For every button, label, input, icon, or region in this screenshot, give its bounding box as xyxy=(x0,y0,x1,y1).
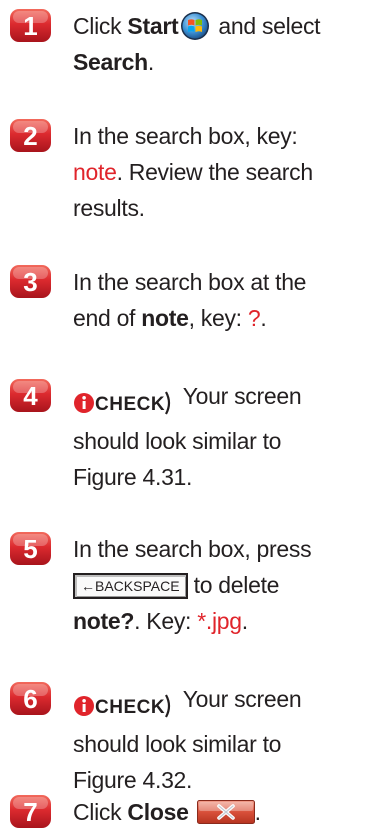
step-line: In the search box at the xyxy=(73,269,307,295)
search-label: Search xyxy=(73,49,148,75)
check-bracket-icon xyxy=(165,391,171,415)
step-number-badge: 4 xyxy=(9,378,52,413)
step-line: Click Close . xyxy=(73,799,261,825)
close-label: Close xyxy=(127,799,189,825)
check-badge: CHECK xyxy=(73,687,173,726)
step-text: CHECK Your screen should look similar to… xyxy=(73,378,368,495)
note-label: note xyxy=(141,305,189,331)
svg-text:7: 7 xyxy=(23,797,37,827)
step-line: should look similar to xyxy=(73,731,282,757)
info-check-icon xyxy=(74,393,94,413)
step-number-badge: 1 xyxy=(9,8,52,43)
step-line: Click Start and select xyxy=(73,12,321,40)
check-label: CHECK xyxy=(95,697,166,718)
step-line: In the search box, press xyxy=(73,536,312,562)
info-check-icon xyxy=(74,696,94,716)
step-number-badge: 3 xyxy=(9,264,52,299)
step-text: In the search box, press ←BACKSPACE to d… xyxy=(73,531,368,639)
step-number-badge: 2 xyxy=(9,118,52,153)
red-badge-icon: 7 xyxy=(10,795,51,828)
close-x-button-icon xyxy=(196,800,255,824)
svg-text:3: 3 xyxy=(23,267,37,297)
backspace-key: ←BACKSPACE xyxy=(73,573,188,599)
step-line: results. xyxy=(73,195,145,221)
svg-text:2: 2 xyxy=(23,121,37,151)
step-line: note?. Key: *.jpg. xyxy=(73,608,248,634)
step-text: Click Start and select Search. xyxy=(73,8,368,80)
red-badge-icon: 6 xyxy=(10,682,51,715)
step-line: CHECK Your screen xyxy=(73,378,368,423)
svg-text:1: 1 xyxy=(23,11,37,41)
step-text: Click Close . xyxy=(73,794,368,830)
step-number-badge: 5 xyxy=(9,531,52,566)
step-line: should look similar to xyxy=(73,428,282,454)
red-badge-icon: 3 xyxy=(10,265,51,298)
step-line: Search. xyxy=(73,49,155,75)
svg-text:5: 5 xyxy=(23,534,37,564)
step-line: Figure 4.31. xyxy=(73,464,193,490)
red-badge-icon: 5 xyxy=(10,532,51,565)
red-badge-icon: 1 xyxy=(10,9,51,42)
step-line: ←BACKSPACE to delete xyxy=(73,567,368,603)
svg-text:6: 6 xyxy=(23,684,37,714)
step-text: In the search box at the end of note, ke… xyxy=(73,264,368,336)
step-line: In the search box, key: xyxy=(73,123,298,149)
red-badge-icon: 4 xyxy=(10,379,51,412)
step-line: note. Review the search xyxy=(73,159,313,185)
step-text: In the search box, key: note. Review the… xyxy=(73,118,368,226)
step-number-badge: 6 xyxy=(9,681,52,716)
step-text: CHECK Your screen should look similar to… xyxy=(73,681,368,798)
step-line: CHECK Your screen xyxy=(73,681,368,726)
typed-text: *.jpg xyxy=(197,608,242,634)
note-query-label: note? xyxy=(73,608,135,634)
check-label: CHECK xyxy=(95,394,166,415)
step-line: Figure 4.32. xyxy=(73,767,193,793)
step-number-badge: 7 xyxy=(9,794,52,829)
svg-text:4: 4 xyxy=(23,381,38,411)
step-line: end of note, key: ?. xyxy=(73,305,267,331)
windows-start-orb-icon xyxy=(181,12,210,40)
check-badge: CHECK xyxy=(73,384,173,423)
check-bracket-icon xyxy=(165,694,171,718)
typed-text: note xyxy=(73,159,117,185)
start-label: Start xyxy=(127,13,179,39)
typed-text: ? xyxy=(247,305,261,331)
red-badge-icon: 2 xyxy=(10,119,51,152)
